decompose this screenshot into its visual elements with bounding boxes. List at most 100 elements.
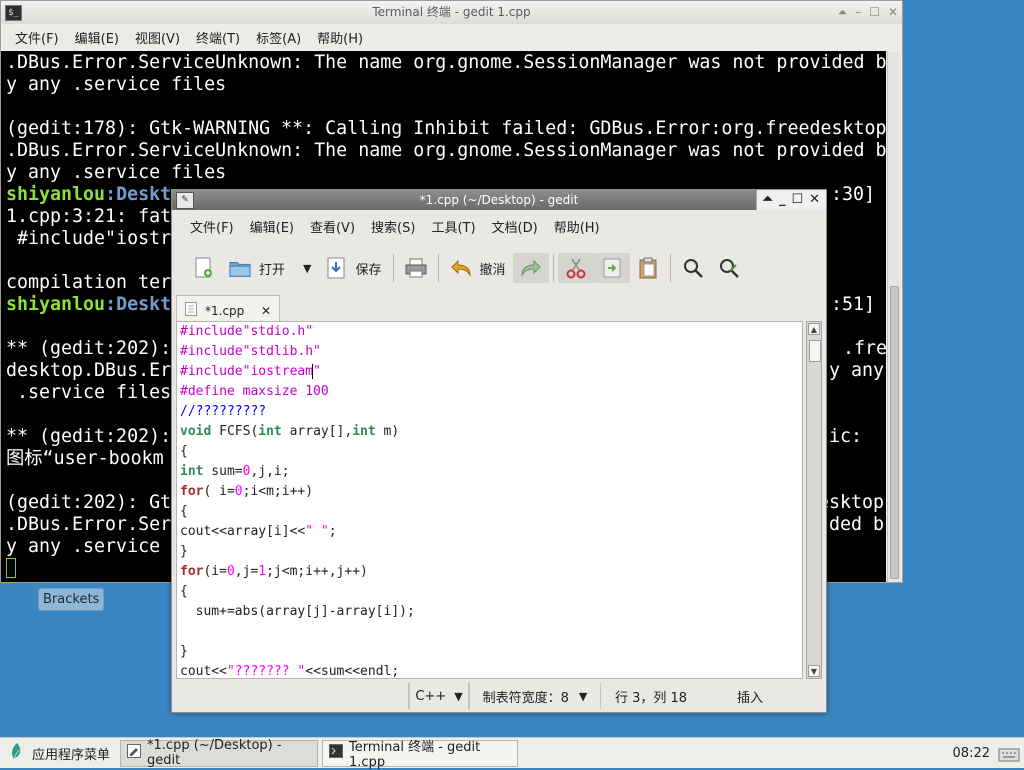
close-icon[interactable]: ✕ xyxy=(888,1,898,24)
menu-edit[interactable]: 编辑(E) xyxy=(242,217,302,236)
close-icon[interactable]: ✕ xyxy=(809,190,820,210)
new-document-icon xyxy=(193,257,215,279)
terminal-scroll-thumb[interactable] xyxy=(890,286,899,579)
task-gedit[interactable]: *1.cpp (~/Desktop) - gedit xyxy=(120,738,319,768)
code-line: cout<<"??????? "<<sum<<endl; xyxy=(180,664,400,679)
terminal-line: y any .service files xyxy=(6,162,227,183)
code-editor[interactable]: #include"stdio.h" #include"stdlib.h" #incl… xyxy=(176,321,803,679)
task-terminal[interactable]: Terminal 终端 - gedit 1.cpp xyxy=(322,739,519,770)
shade-icon[interactable]: ⏶ xyxy=(763,190,773,210)
toolbar-separator xyxy=(552,254,554,282)
code-line: int sum=0,j,i; xyxy=(180,464,290,479)
menu-help[interactable]: 帮助(H) xyxy=(546,217,608,236)
brackets-desktop-icon[interactable]: Brackets xyxy=(38,588,105,611)
toolbar-separator xyxy=(669,254,671,282)
terminal-line: y any .service files xyxy=(6,74,227,95)
menu-tabs[interactable]: 标签(A) xyxy=(248,28,309,47)
terminal-scrollbar[interactable] xyxy=(887,51,901,582)
open-button[interactable]: 打开 ▼ xyxy=(222,253,318,283)
maximize-icon[interactable]: ☐ xyxy=(869,1,880,24)
terminal-fragment: .free xyxy=(843,338,886,359)
menu-tools[interactable]: 工具(T) xyxy=(423,217,483,236)
search-replace-icon xyxy=(718,257,740,279)
paste-icon xyxy=(637,257,659,279)
code-line: void FCFS(int array[],int m) xyxy=(180,424,400,439)
print-button[interactable] xyxy=(398,253,434,283)
scroll-down-icon[interactable]: ▼ xyxy=(808,665,820,677)
code-line: { xyxy=(180,504,188,519)
prompt-tail: :30] xyxy=(831,184,876,205)
menu-view[interactable]: 查看(V) xyxy=(302,217,363,236)
code-line: } xyxy=(180,644,188,659)
folder-icon xyxy=(229,257,251,279)
copy-button[interactable] xyxy=(593,253,630,283)
menu-documents[interactable]: 文档(D) xyxy=(484,217,546,236)
code-line: #define maxsize 100 xyxy=(180,384,329,399)
terminal-app-icon: $_ xyxy=(5,5,22,21)
gedit-window[interactable]: ✎ *1.cpp (~/Desktop) - gedit ⏶ _ ☐ ✕ 文件(… xyxy=(171,189,827,713)
gedit-menubar: 文件(F) 编辑(E) 查看(V) 搜索(S) 工具(T) 文档(D) 帮助(H… xyxy=(172,213,826,239)
terminal-line: (gedit:178): Gtk-WARNING **: Calling Inh… xyxy=(6,118,886,139)
search-button[interactable] xyxy=(675,253,711,283)
scroll-up-icon[interactable]: ▲ xyxy=(808,323,820,335)
save-icon xyxy=(325,257,347,279)
save-label: 保存 xyxy=(355,262,382,278)
clock: 08:22 xyxy=(952,746,990,761)
minimize-icon[interactable]: – xyxy=(855,1,861,24)
code-line: sum+=abs(array[j]-array[i]); xyxy=(180,604,415,619)
code-line: //????????? xyxy=(180,404,267,419)
undo-button[interactable]: 撤消 xyxy=(443,253,513,283)
menu-file[interactable]: 文件(F) xyxy=(7,28,67,47)
status-message xyxy=(176,683,409,709)
editor-scroll-thumb[interactable] xyxy=(809,340,821,362)
replace-button[interactable] xyxy=(711,253,747,283)
redo-button[interactable] xyxy=(512,253,549,283)
maximize-icon[interactable]: ☐ xyxy=(791,190,803,210)
code-line: #include"stdlib.h" xyxy=(180,344,321,359)
tab-width-selector[interactable]: 制表符宽度：8 ▼ xyxy=(469,683,601,709)
editor-scrollbar[interactable]: ▲ ▼ xyxy=(806,321,822,679)
save-button[interactable]: 保存 xyxy=(318,253,388,283)
chevron-down-icon[interactable]: ▼ xyxy=(303,262,311,275)
undo-label: 撤消 xyxy=(479,262,506,278)
code-text: #include"stdio.h" #include"stdlib.h" #incl… xyxy=(180,322,802,679)
keyboard-icon[interactable] xyxy=(998,742,1020,768)
menu-help[interactable]: 帮助(H) xyxy=(309,28,371,47)
code-line: cout<<array[i]<<" "; xyxy=(180,524,337,539)
paste-button[interactable] xyxy=(630,253,666,283)
terminal-fragment: ded b xyxy=(829,514,885,535)
menu-view[interactable]: 视图(V) xyxy=(127,28,188,47)
prompt-path: :Deskt xyxy=(105,294,172,315)
menu-terminal[interactable]: 终端(T) xyxy=(188,28,248,47)
minimize-icon[interactable]: _ xyxy=(779,190,786,210)
insert-mode: 插入 xyxy=(736,690,763,706)
prompt-user: shiyanlou xyxy=(6,294,106,315)
gedit-titlebar[interactable]: ✎ *1.cpp (~/Desktop) - gedit ⏶ _ ☐ ✕ xyxy=(172,190,826,210)
menu-edit[interactable]: 编辑(E) xyxy=(67,28,127,47)
terminal-cursor xyxy=(6,558,16,578)
undo-icon xyxy=(450,257,472,279)
code-line: { xyxy=(180,444,188,459)
scissors-icon xyxy=(565,257,587,279)
chevron-down-icon: ▼ xyxy=(454,689,463,703)
terminal-fragment: esktop xyxy=(818,492,885,513)
close-tab-icon[interactable]: ✕ xyxy=(261,304,271,318)
language-selector[interactable]: C++ ▼ xyxy=(409,683,469,709)
taskbar: 应用程序菜单 *1.cpp (~/Desktop) - gedit Termin… xyxy=(0,737,1024,770)
shade-icon[interactable]: ⏶ xyxy=(838,1,848,24)
menu-search[interactable]: 搜索(S) xyxy=(363,217,423,236)
cursor-position: 行 3，列 18 xyxy=(614,690,688,706)
open-label: 打开 xyxy=(259,262,286,278)
code-line: for( i=0;i<m;i++) xyxy=(180,484,314,499)
terminal-titlebar[interactable]: $_ Terminal 终端 - gedit 1.cpp ⏶ – ☐ ✕ xyxy=(1,1,902,24)
new-document-button[interactable] xyxy=(186,253,222,283)
app-menu-button[interactable]: 应用程序菜单 xyxy=(0,742,120,764)
menu-file[interactable]: 文件(F) xyxy=(182,217,242,236)
redo-icon xyxy=(520,257,542,279)
toolbar-separator xyxy=(437,254,439,282)
code-line: { xyxy=(180,584,188,599)
prompt-tail: :51] xyxy=(831,294,876,315)
cut-button[interactable] xyxy=(557,253,594,283)
code-line: #include"iostream" xyxy=(180,364,321,379)
